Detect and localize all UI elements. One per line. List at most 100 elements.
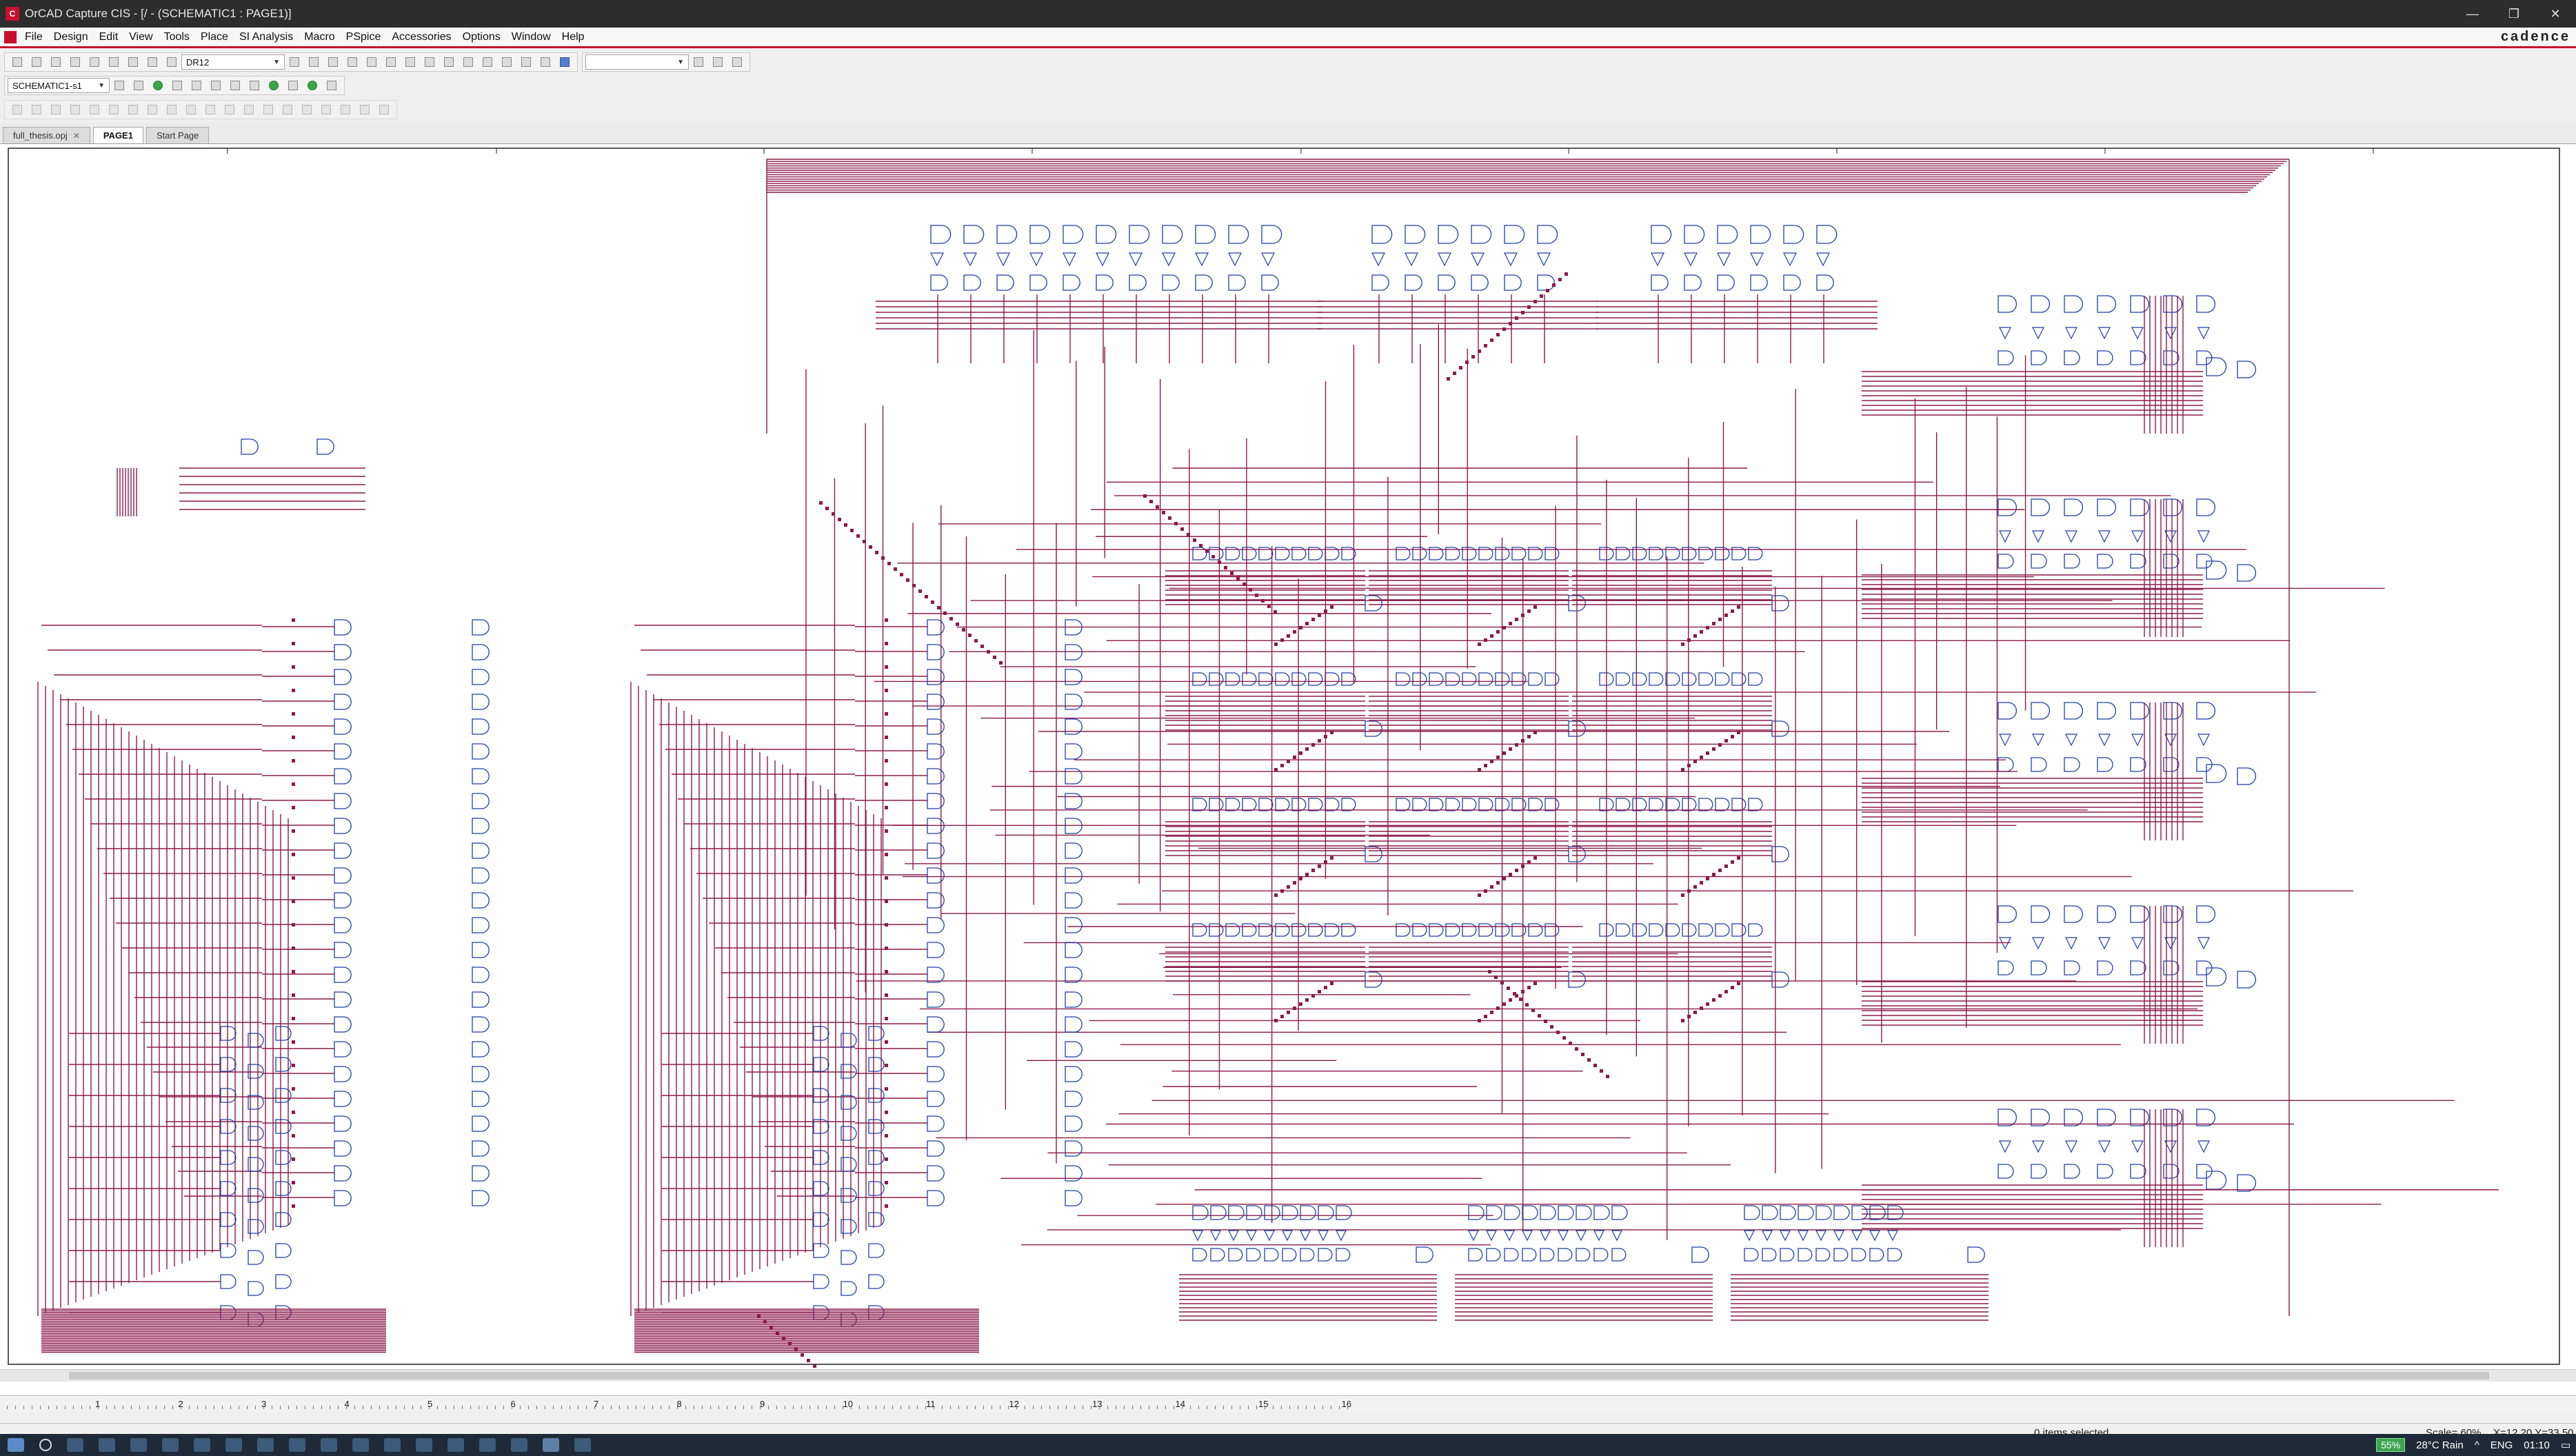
tab-start-page[interactable]: Start Page (145, 127, 210, 143)
help-icon[interactable] (557, 54, 572, 70)
print-icon[interactable] (68, 54, 83, 70)
place-net-alias-icon[interactable] (68, 102, 83, 117)
weather-widget[interactable]: 28°C Rain (2416, 1439, 2464, 1451)
taskbar-app-icon[interactable] (130, 1438, 147, 1452)
edit-profile-icon[interactable] (131, 78, 146, 93)
place-wire-icon[interactable] (48, 102, 63, 117)
part-combo[interactable]: DR12 ▼ (181, 54, 285, 70)
binoculars-search-icon[interactable] (691, 54, 706, 70)
place-junction-icon[interactable] (106, 102, 121, 117)
search-icon[interactable] (39, 1439, 52, 1451)
view-results-icon[interactable] (170, 78, 185, 93)
tab-page1[interactable]: PAGE1 (92, 127, 143, 143)
paste-icon[interactable] (125, 54, 141, 70)
place-polyline-icon[interactable] (299, 102, 314, 117)
dropbox-icon[interactable] (257, 1438, 274, 1452)
place-off-page-icon[interactable] (241, 102, 256, 117)
chrome-browser-icon[interactable] (511, 1438, 527, 1452)
file-explorer-icon[interactable] (99, 1438, 115, 1452)
edge-browser-icon[interactable] (479, 1438, 496, 1452)
language-indicator[interactable]: ENG (2491, 1439, 2513, 1451)
close-button[interactable]: ✕ (2535, 0, 2576, 28)
zoom-all-icon[interactable] (345, 54, 360, 70)
notifications-icon[interactable]: ▭ (2561, 1439, 2570, 1451)
place-port-icon[interactable] (203, 102, 218, 117)
redo-icon[interactable] (164, 54, 179, 70)
taskbar-app-icon[interactable] (574, 1438, 591, 1452)
place-power-icon[interactable] (145, 102, 160, 117)
taskbar-app-icon[interactable] (416, 1438, 432, 1452)
menu-tools[interactable]: Tools (161, 31, 198, 43)
menu-view[interactable]: View (126, 31, 161, 43)
schematic-drawing[interactable] (0, 144, 2576, 1368)
menu-macro[interactable]: Macro (301, 31, 343, 43)
probe-icon[interactable] (324, 78, 339, 93)
search-combo[interactable]: ▼ (585, 54, 689, 70)
place-part-icon[interactable] (29, 102, 44, 117)
bill-of-materials-icon[interactable] (461, 54, 476, 70)
place-bus-entry-icon[interactable] (125, 102, 141, 117)
zoom-in-icon[interactable] (287, 54, 302, 70)
open-icon[interactable] (29, 54, 44, 70)
voltage-diff-marker-icon[interactable] (208, 78, 223, 93)
run-simulation-icon[interactable] (150, 78, 165, 93)
place-pin-icon[interactable] (222, 102, 237, 117)
bias-power-icon[interactable] (305, 78, 320, 93)
project-manager-icon[interactable] (538, 54, 553, 70)
taskbar-app-icon[interactable] (321, 1438, 337, 1452)
menu-pspice[interactable]: PSpice (343, 31, 390, 43)
taskbar-app-icon[interactable] (289, 1438, 305, 1452)
bias-voltage-icon[interactable] (266, 78, 281, 93)
annotate-icon[interactable] (364, 54, 379, 70)
taskbar-app-icon[interactable] (162, 1438, 179, 1452)
snap-grid-icon[interactable] (480, 54, 495, 70)
minimize-button[interactable]: — (2452, 0, 2493, 28)
netlist-icon[interactable] (422, 54, 437, 70)
place-line-icon[interactable] (280, 102, 295, 117)
place-rectangle-icon[interactable] (319, 102, 334, 117)
zoom-indicator[interactable]: 55% (2376, 1438, 2406, 1452)
menu-accessories[interactable]: Accessories (389, 31, 459, 43)
menu-si-analysis[interactable]: SI Analysis (237, 31, 301, 43)
place-arc-icon[interactable] (357, 102, 372, 117)
place-ground-icon[interactable] (164, 102, 179, 117)
place-hierarchical-block-icon[interactable] (183, 102, 199, 117)
document-icon[interactable] (4, 30, 17, 43)
search-previous-icon[interactable] (710, 54, 725, 70)
place-bus-icon[interactable] (87, 102, 102, 117)
menu-window[interactable]: Window (509, 31, 559, 43)
orcad-app-icon[interactable]: C (6, 7, 19, 21)
current-marker-icon[interactable] (228, 78, 243, 93)
taskbar-app-icon[interactable] (352, 1438, 369, 1452)
search-next-icon[interactable] (729, 54, 745, 70)
taskbar-app-icon[interactable] (384, 1438, 401, 1452)
menu-file[interactable]: File (22, 31, 51, 43)
menu-design[interactable]: Design (51, 31, 97, 43)
back-annotate-icon[interactable] (383, 54, 399, 70)
undo-icon[interactable] (145, 54, 160, 70)
taskbar-app-icon[interactable] (194, 1438, 210, 1452)
cut-icon[interactable] (87, 54, 102, 70)
new-profile-icon[interactable] (112, 78, 127, 93)
menu-edit[interactable]: Edit (97, 31, 127, 43)
taskbar-app-icon[interactable] (225, 1438, 242, 1452)
drc-icon[interactable] (403, 54, 418, 70)
menu-options[interactable]: Options (460, 31, 509, 43)
maximize-button[interactable]: ❐ (2493, 0, 2535, 28)
orcad-taskbar-icon[interactable] (543, 1438, 559, 1452)
schematic-canvas[interactable] (0, 143, 2576, 1395)
copy-icon[interactable] (106, 54, 121, 70)
cross-reference-icon[interactable] (441, 54, 456, 70)
tray-chevron-icon[interactable]: ^ (2475, 1439, 2479, 1451)
voltage-marker-icon[interactable] (189, 78, 204, 93)
taskbar-app-icon[interactable] (447, 1438, 464, 1452)
place-ellipse-icon[interactable] (338, 102, 353, 117)
drag-connected-icon[interactable] (519, 54, 534, 70)
area-select-icon[interactable] (499, 54, 514, 70)
clock[interactable]: 01:10 (2524, 1439, 2550, 1451)
power-marker-icon[interactable] (247, 78, 262, 93)
place-no-connect-icon[interactable] (261, 102, 276, 117)
windows-start-icon[interactable] (8, 1438, 24, 1452)
new-icon[interactable] (10, 54, 25, 70)
place-text-icon[interactable] (376, 102, 392, 117)
